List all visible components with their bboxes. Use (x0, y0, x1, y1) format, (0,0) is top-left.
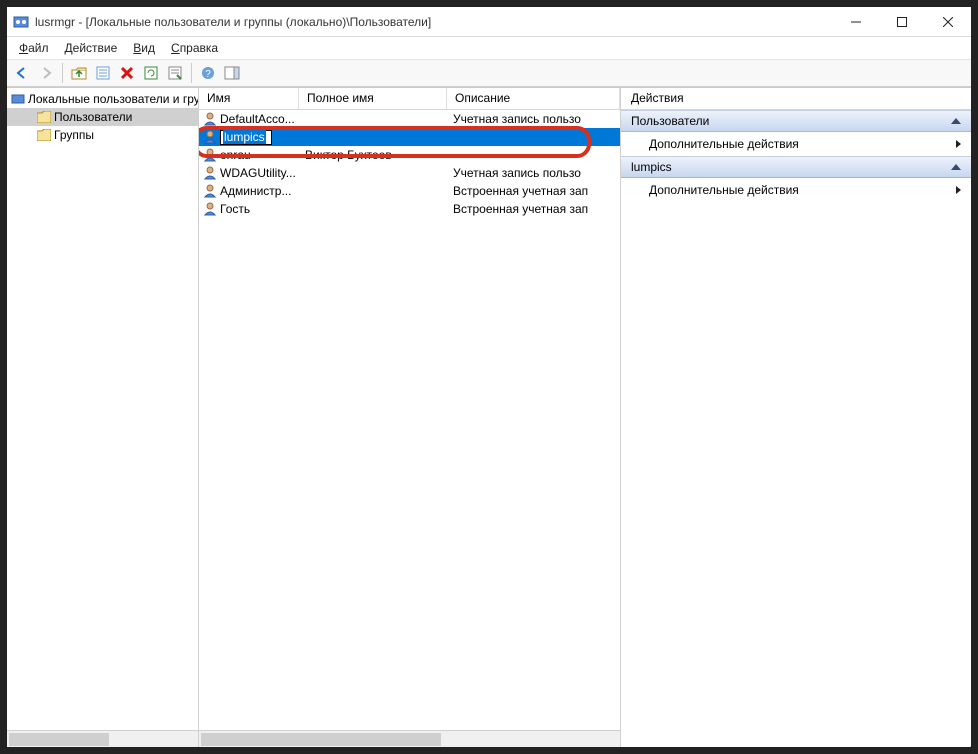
actions-item[interactable]: Дополнительные действия (621, 178, 971, 202)
tree-root-label: Локальные пользователи и группы (28, 92, 198, 106)
cell-name-text: DefaultAcco... (220, 112, 295, 126)
tree-pane: Локальные пользователи и группы Пользова… (7, 88, 199, 747)
up-folder-button[interactable] (68, 62, 90, 84)
user-icon (203, 166, 217, 180)
cell-description: Учетная запись пользо (447, 166, 620, 180)
folder-icon (37, 129, 51, 141)
actions-body: Пользователи Дополнительные действия lumpi… (621, 110, 971, 747)
tree-node-groups[interactable]: Группы (7, 126, 198, 144)
cell-name: lumpics (199, 130, 299, 145)
list-row[interactable]: DefaultAcco... Учетная запись пользо (199, 110, 620, 128)
user-icon (203, 130, 217, 144)
tree-node-label: Пользователи (54, 110, 132, 124)
toolbar: ? (7, 59, 971, 87)
properties-button[interactable] (92, 62, 114, 84)
folder-icon (37, 111, 51, 123)
column-header-description[interactable]: Описание (447, 88, 620, 109)
cell-description: Встроенная учетная зап (447, 202, 620, 216)
app-window: lusrmgr - [Локальные пользователи и груп… (6, 6, 972, 748)
list-row[interactable]: onrau Виктор Бухтеев (199, 146, 620, 164)
cell-name: WDAGUtility... (199, 166, 299, 180)
cell-name-text: Гость (220, 202, 250, 216)
delete-button[interactable] (116, 62, 138, 84)
list-row[interactable]: Гость Встроенная учетная зап (199, 200, 620, 218)
actions-section-title: Пользователи (631, 114, 709, 128)
toolbar-separator (62, 63, 63, 83)
list-pane: Имя Полное имя Описание DefaultAcco... Уч… (199, 88, 621, 747)
cell-description: Учетная запись пользо (447, 112, 620, 126)
cell-name-text: Администр... (220, 184, 291, 198)
user-icon (203, 148, 217, 162)
collapse-arrow-icon (951, 118, 961, 124)
tree-node-label: Группы (54, 128, 94, 142)
user-icon (203, 184, 217, 198)
menu-action[interactable]: Действие (57, 39, 126, 57)
actions-section-title: lumpics (631, 160, 672, 174)
window-controls (833, 7, 971, 36)
menu-file[interactable]: Файл (11, 39, 57, 57)
export-list-button[interactable] (164, 62, 186, 84)
list-row[interactable]: lumpics (199, 128, 620, 146)
toolbar-separator (191, 63, 192, 83)
show-actions-pane-button[interactable] (221, 62, 243, 84)
list-row[interactable]: WDAGUtility... Учетная запись пользо (199, 164, 620, 182)
cell-name-text: onrau (220, 148, 251, 162)
refresh-button[interactable] (140, 62, 162, 84)
tree-node-users[interactable]: Пользователи (7, 108, 198, 126)
list-row[interactable]: Администр... Встроенная учетная зап (199, 182, 620, 200)
scrollbar-thumb[interactable] (9, 733, 109, 746)
tree-horizontal-scrollbar[interactable] (7, 730, 198, 747)
window-title: lusrmgr - [Локальные пользователи и груп… (35, 15, 833, 29)
column-header-fullname[interactable]: Полное имя (299, 88, 447, 109)
user-icon (203, 202, 217, 216)
submenu-arrow-icon (956, 140, 961, 148)
minimize-button[interactable] (833, 7, 879, 36)
menu-view[interactable]: Вид (125, 39, 163, 57)
maximize-button[interactable] (879, 7, 925, 36)
cell-name: DefaultAcco... (199, 112, 299, 126)
menubar: Файл Действие Вид Справка (7, 37, 971, 59)
svg-text:?: ? (205, 69, 211, 80)
actions-item[interactable]: Дополнительные действия (621, 132, 971, 156)
submenu-arrow-icon (956, 186, 961, 194)
list-body[interactable]: DefaultAcco... Учетная запись пользо lumpi… (199, 110, 620, 730)
actions-item-label: Дополнительные действия (649, 183, 799, 197)
tree-root[interactable]: Локальные пользователи и группы (7, 90, 198, 108)
actions-section-header[interactable]: Пользователи (621, 110, 971, 132)
forward-button[interactable] (35, 62, 57, 84)
app-icon (13, 14, 29, 30)
actions-pane: Действия Пользователи Дополнительные дейс… (621, 88, 971, 747)
cell-name: Гость (199, 202, 299, 216)
help-button[interactable]: ? (197, 62, 219, 84)
menu-help[interactable]: Справка (163, 39, 226, 57)
actions-pane-title: Действия (621, 88, 971, 110)
user-icon (203, 112, 217, 126)
back-button[interactable] (11, 62, 33, 84)
titlebar[interactable]: lusrmgr - [Локальные пользователи и груп… (7, 7, 971, 37)
scrollbar-thumb[interactable] (201, 733, 441, 746)
cell-fullname: Виктор Бухтеев (299, 148, 447, 162)
cell-name: Администр... (199, 184, 299, 198)
rename-input[interactable]: lumpics (220, 130, 272, 145)
lusrmgr-icon (11, 92, 25, 106)
collapse-arrow-icon (951, 164, 961, 170)
cell-description: Встроенная учетная зап (447, 184, 620, 198)
tree[interactable]: Локальные пользователи и группы Пользова… (7, 88, 198, 730)
cell-name: onrau (199, 148, 299, 162)
column-header-name[interactable]: Имя (199, 88, 299, 109)
cell-name-text: WDAGUtility... (220, 166, 296, 180)
actions-section-header[interactable]: lumpics (621, 156, 971, 178)
close-button[interactable] (925, 7, 971, 36)
list-horizontal-scrollbar[interactable] (199, 730, 620, 747)
client-area: Локальные пользователи и группы Пользова… (7, 87, 971, 747)
list-header: Имя Полное имя Описание (199, 88, 620, 110)
actions-item-label: Дополнительные действия (649, 137, 799, 151)
